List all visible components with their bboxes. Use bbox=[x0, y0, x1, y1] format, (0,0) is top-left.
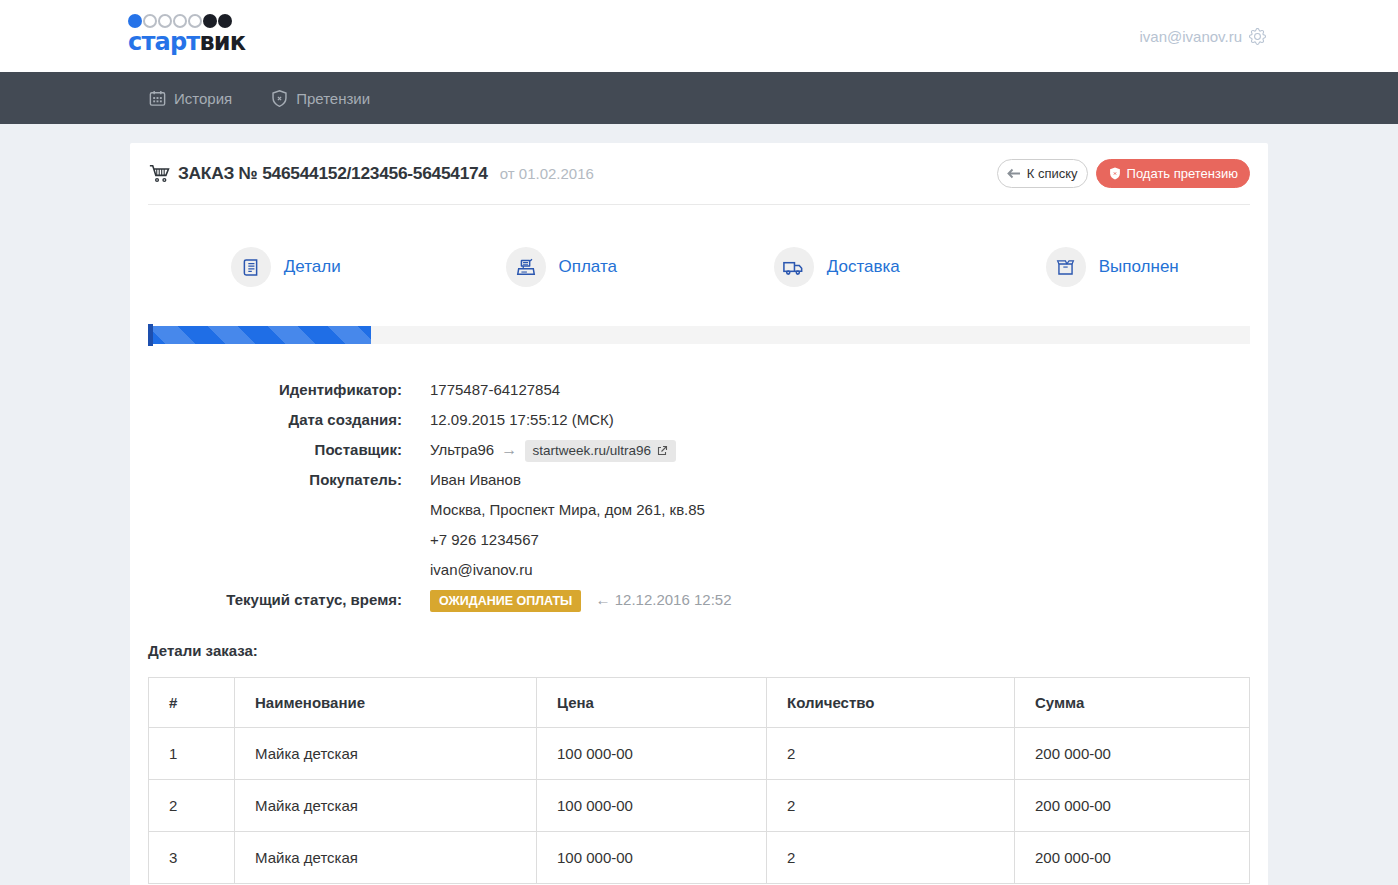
box-icon bbox=[1046, 247, 1086, 287]
shield-filled-icon bbox=[1108, 166, 1122, 181]
status-label: Текущий статус, время: bbox=[148, 585, 402, 615]
nav-claims-label: Претензии bbox=[296, 90, 370, 107]
main-navbar: История Претензии bbox=[0, 72, 1398, 124]
buyer-name: Иван Иванов bbox=[430, 465, 705, 495]
topbar: стартвик ivan@ivanov.ru bbox=[0, 0, 1398, 72]
buyer-label: Покупатель: bbox=[148, 465, 402, 585]
buyer-phone: +7 926 1234567 bbox=[430, 525, 705, 555]
logo-text: стартвик bbox=[128, 29, 245, 56]
col-sum: Сумма bbox=[1015, 678, 1250, 728]
order-card: ЗАКАЗ № 546544152/123456-56454174 от 01.… bbox=[130, 143, 1268, 885]
nav-history-label: История bbox=[174, 90, 232, 107]
nav-item-history[interactable]: История bbox=[148, 89, 232, 108]
identifier-label: Идентификатор: bbox=[148, 375, 402, 405]
gear-icon[interactable] bbox=[1249, 28, 1266, 45]
buyer-email: ivan@ivanov.ru bbox=[430, 555, 705, 585]
step-details[interactable]: Детали bbox=[148, 247, 424, 287]
order-items-table: # Наименование Цена Количество Сумма 1Ма… bbox=[148, 677, 1250, 884]
calendar-icon bbox=[148, 89, 167, 108]
submit-claim-button[interactable]: Подать претензию bbox=[1096, 159, 1250, 188]
back-to-list-button[interactable]: К списку bbox=[997, 159, 1088, 188]
step-payment[interactable]: Оплата bbox=[424, 247, 700, 287]
table-row: 2Майка детская100 000-002200 000-00 bbox=[149, 780, 1250, 832]
col-price: Цена bbox=[537, 678, 767, 728]
order-steps: Детали Оплата bbox=[148, 205, 1250, 287]
document-icon bbox=[231, 247, 271, 287]
order-date: от 01.02.2016 bbox=[500, 165, 594, 182]
progress-start-marker bbox=[148, 324, 153, 346]
step-completed[interactable]: Выполнен bbox=[975, 247, 1251, 287]
identifier-value: 1775487-64127854 bbox=[430, 375, 560, 405]
supplier-arrow: → bbox=[501, 441, 517, 458]
cash-register-icon bbox=[506, 247, 546, 287]
step-delivery[interactable]: Доставка bbox=[699, 247, 975, 287]
external-link-icon bbox=[656, 445, 668, 457]
col-number: # bbox=[149, 678, 235, 728]
supplier-name: Ультра96 bbox=[430, 441, 494, 458]
table-row: 3Майка детская100 000-002200 000-00 bbox=[149, 832, 1250, 884]
arrow-left-icon bbox=[1007, 168, 1021, 179]
col-quantity: Количество bbox=[767, 678, 1015, 728]
status-time: ← 12.12.2016 12:52 bbox=[596, 591, 732, 608]
order-header: ЗАКАЗ № 546544152/123456-56454174 от 01.… bbox=[148, 143, 1250, 205]
status-badge: ОЖИДАНИЕ ОПЛАТЫ bbox=[430, 590, 581, 612]
order-details: Идентификатор: 1775487-64127854 Дата соз… bbox=[148, 375, 1250, 615]
order-table-heading: Детали заказа: bbox=[148, 642, 1250, 659]
buyer-address: Москва, Проспект Мира, дом 261, кв.85 bbox=[430, 495, 705, 525]
supplier-label: Поставщик: bbox=[148, 435, 402, 465]
truck-icon bbox=[774, 247, 814, 287]
created-value: 12.09.2015 17:55:12 (МСК) bbox=[430, 405, 614, 435]
created-label: Дата создания: bbox=[148, 405, 402, 435]
progress-fill bbox=[148, 326, 371, 344]
col-name: Наименование bbox=[235, 678, 537, 728]
nav-item-claims[interactable]: Претензии bbox=[270, 89, 370, 108]
logo[interactable]: стартвик bbox=[128, 14, 245, 56]
cart-icon bbox=[148, 163, 171, 185]
shield-icon bbox=[270, 89, 289, 108]
table-row: 1Майка детская100 000-002200 000-00 bbox=[149, 728, 1250, 780]
order-progress-bar bbox=[148, 326, 1250, 344]
order-title: ЗАКАЗ № 546544152/123456-56454174 bbox=[178, 163, 488, 184]
logo-dots-icon bbox=[128, 14, 245, 28]
user-email[interactable]: ivan@ivanov.ru bbox=[1140, 28, 1243, 45]
supplier-link[interactable]: startweek.ru/ultra96 bbox=[525, 440, 677, 462]
